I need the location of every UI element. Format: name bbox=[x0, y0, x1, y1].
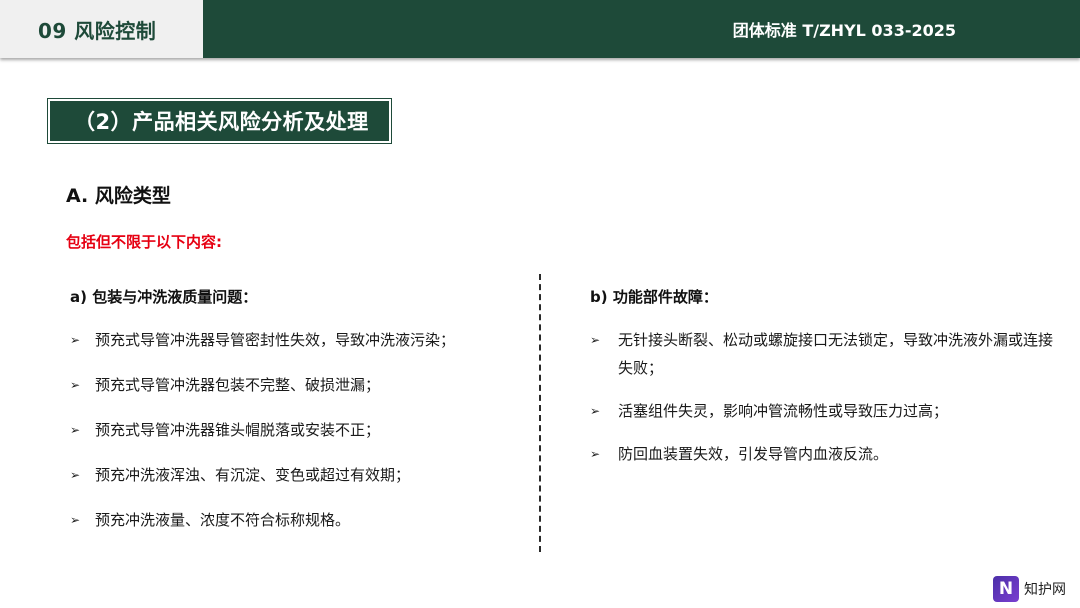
section-label: 09 风险控制 bbox=[38, 18, 157, 43]
list-item: ➢ 预充冲洗液量、浓度不符合标称规格。 bbox=[70, 506, 520, 534]
arrow-bullet-icon: ➢ bbox=[70, 513, 81, 527]
list-item-text: 活塞组件失灵，影响冲管流畅性或导致压力过高； bbox=[618, 402, 949, 420]
watermark-text: 知护网 bbox=[1024, 582, 1066, 598]
list-item: ➢ 无针接头断裂、松动或螺旋接口无法锁定，导致冲洗液外漏或连接失败； bbox=[590, 326, 1060, 382]
arrow-bullet-icon: ➢ bbox=[590, 404, 601, 418]
arrow-bullet-icon: ➢ bbox=[70, 468, 81, 482]
arrow-bullet-icon: ➢ bbox=[70, 423, 81, 437]
list-item-text: 预充式导管冲洗器导管密封性失效，导致冲洗液污染； bbox=[95, 331, 456, 349]
arrow-bullet-icon: ➢ bbox=[590, 447, 601, 461]
list-item-text: 无针接头断裂、松动或螺旋接口无法锁定，导致冲洗液外漏或连接失败； bbox=[618, 331, 1054, 377]
watermark: N 知护网 bbox=[993, 576, 1066, 602]
slide-title: （2）产品相关风险分析及处理 bbox=[74, 110, 369, 134]
section-heading-risk-types: A. 风险类型 bbox=[66, 185, 171, 207]
left-column: a) 包装与冲洗液质量问题： ➢ 预充式导管冲洗器导管密封性失效，导致冲洗液污染… bbox=[70, 286, 520, 551]
list-item-text: 预充式导管冲洗器包装不完整、破损泄漏； bbox=[95, 376, 381, 394]
arrow-bullet-icon: ➢ bbox=[590, 333, 601, 347]
list-item: ➢ 防回血装置失效，引发导管内血液反流。 bbox=[590, 440, 1060, 468]
list-item-text: 防回血装置失效，引发导管内血液反流。 bbox=[618, 445, 889, 463]
left-column-heading: a) 包装与冲洗液质量问题： bbox=[70, 288, 258, 306]
right-column-heading: b) 功能部件故障： bbox=[590, 288, 718, 306]
list-item-text: 预充冲洗液浑浊、有沉淀、变色或超过有效期； bbox=[95, 466, 411, 484]
list-item: ➢ 预充冲洗液浑浊、有沉淀、变色或超过有效期； bbox=[70, 461, 520, 489]
scope-note: 包括但不限于以下内容: bbox=[66, 233, 222, 251]
list-item: ➢ 预充式导管冲洗器包装不完整、破损泄漏； bbox=[70, 371, 520, 399]
arrow-bullet-icon: ➢ bbox=[70, 333, 81, 347]
list-item: ➢ 活塞组件失灵，影响冲管流畅性或导致压力过高； bbox=[590, 397, 1060, 425]
list-item: ➢ 预充式导管冲洗器导管密封性失效，导致冲洗液污染； bbox=[70, 326, 520, 354]
zhihu-wang-logo-icon: N bbox=[993, 576, 1019, 602]
header-bar: 09 风险控制 团体标准 T/ZHYL 033-2025 bbox=[0, 0, 1080, 58]
section-label-box: 09 风险控制 bbox=[0, 0, 203, 58]
slide-title-box: （2）产品相关风险分析及处理 bbox=[50, 101, 389, 141]
slide-title-frame: （2）产品相关风险分析及处理 bbox=[47, 98, 392, 144]
list-item: ➢ 预充式导管冲洗器锥头帽脱落或安装不正； bbox=[70, 416, 520, 444]
list-item-text: 预充冲洗液量、浓度不符合标称规格。 bbox=[95, 511, 351, 529]
right-column: b) 功能部件故障： ➢ 无针接头断裂、松动或螺旋接口无法锁定，导致冲洗液外漏或… bbox=[590, 286, 1060, 483]
list-item-text: 预充式导管冲洗器锥头帽脱落或安装不正； bbox=[95, 421, 381, 439]
standard-number: 团体标准 T/ZHYL 033-2025 bbox=[732, 21, 956, 40]
arrow-bullet-icon: ➢ bbox=[70, 378, 81, 392]
column-divider bbox=[539, 274, 541, 552]
